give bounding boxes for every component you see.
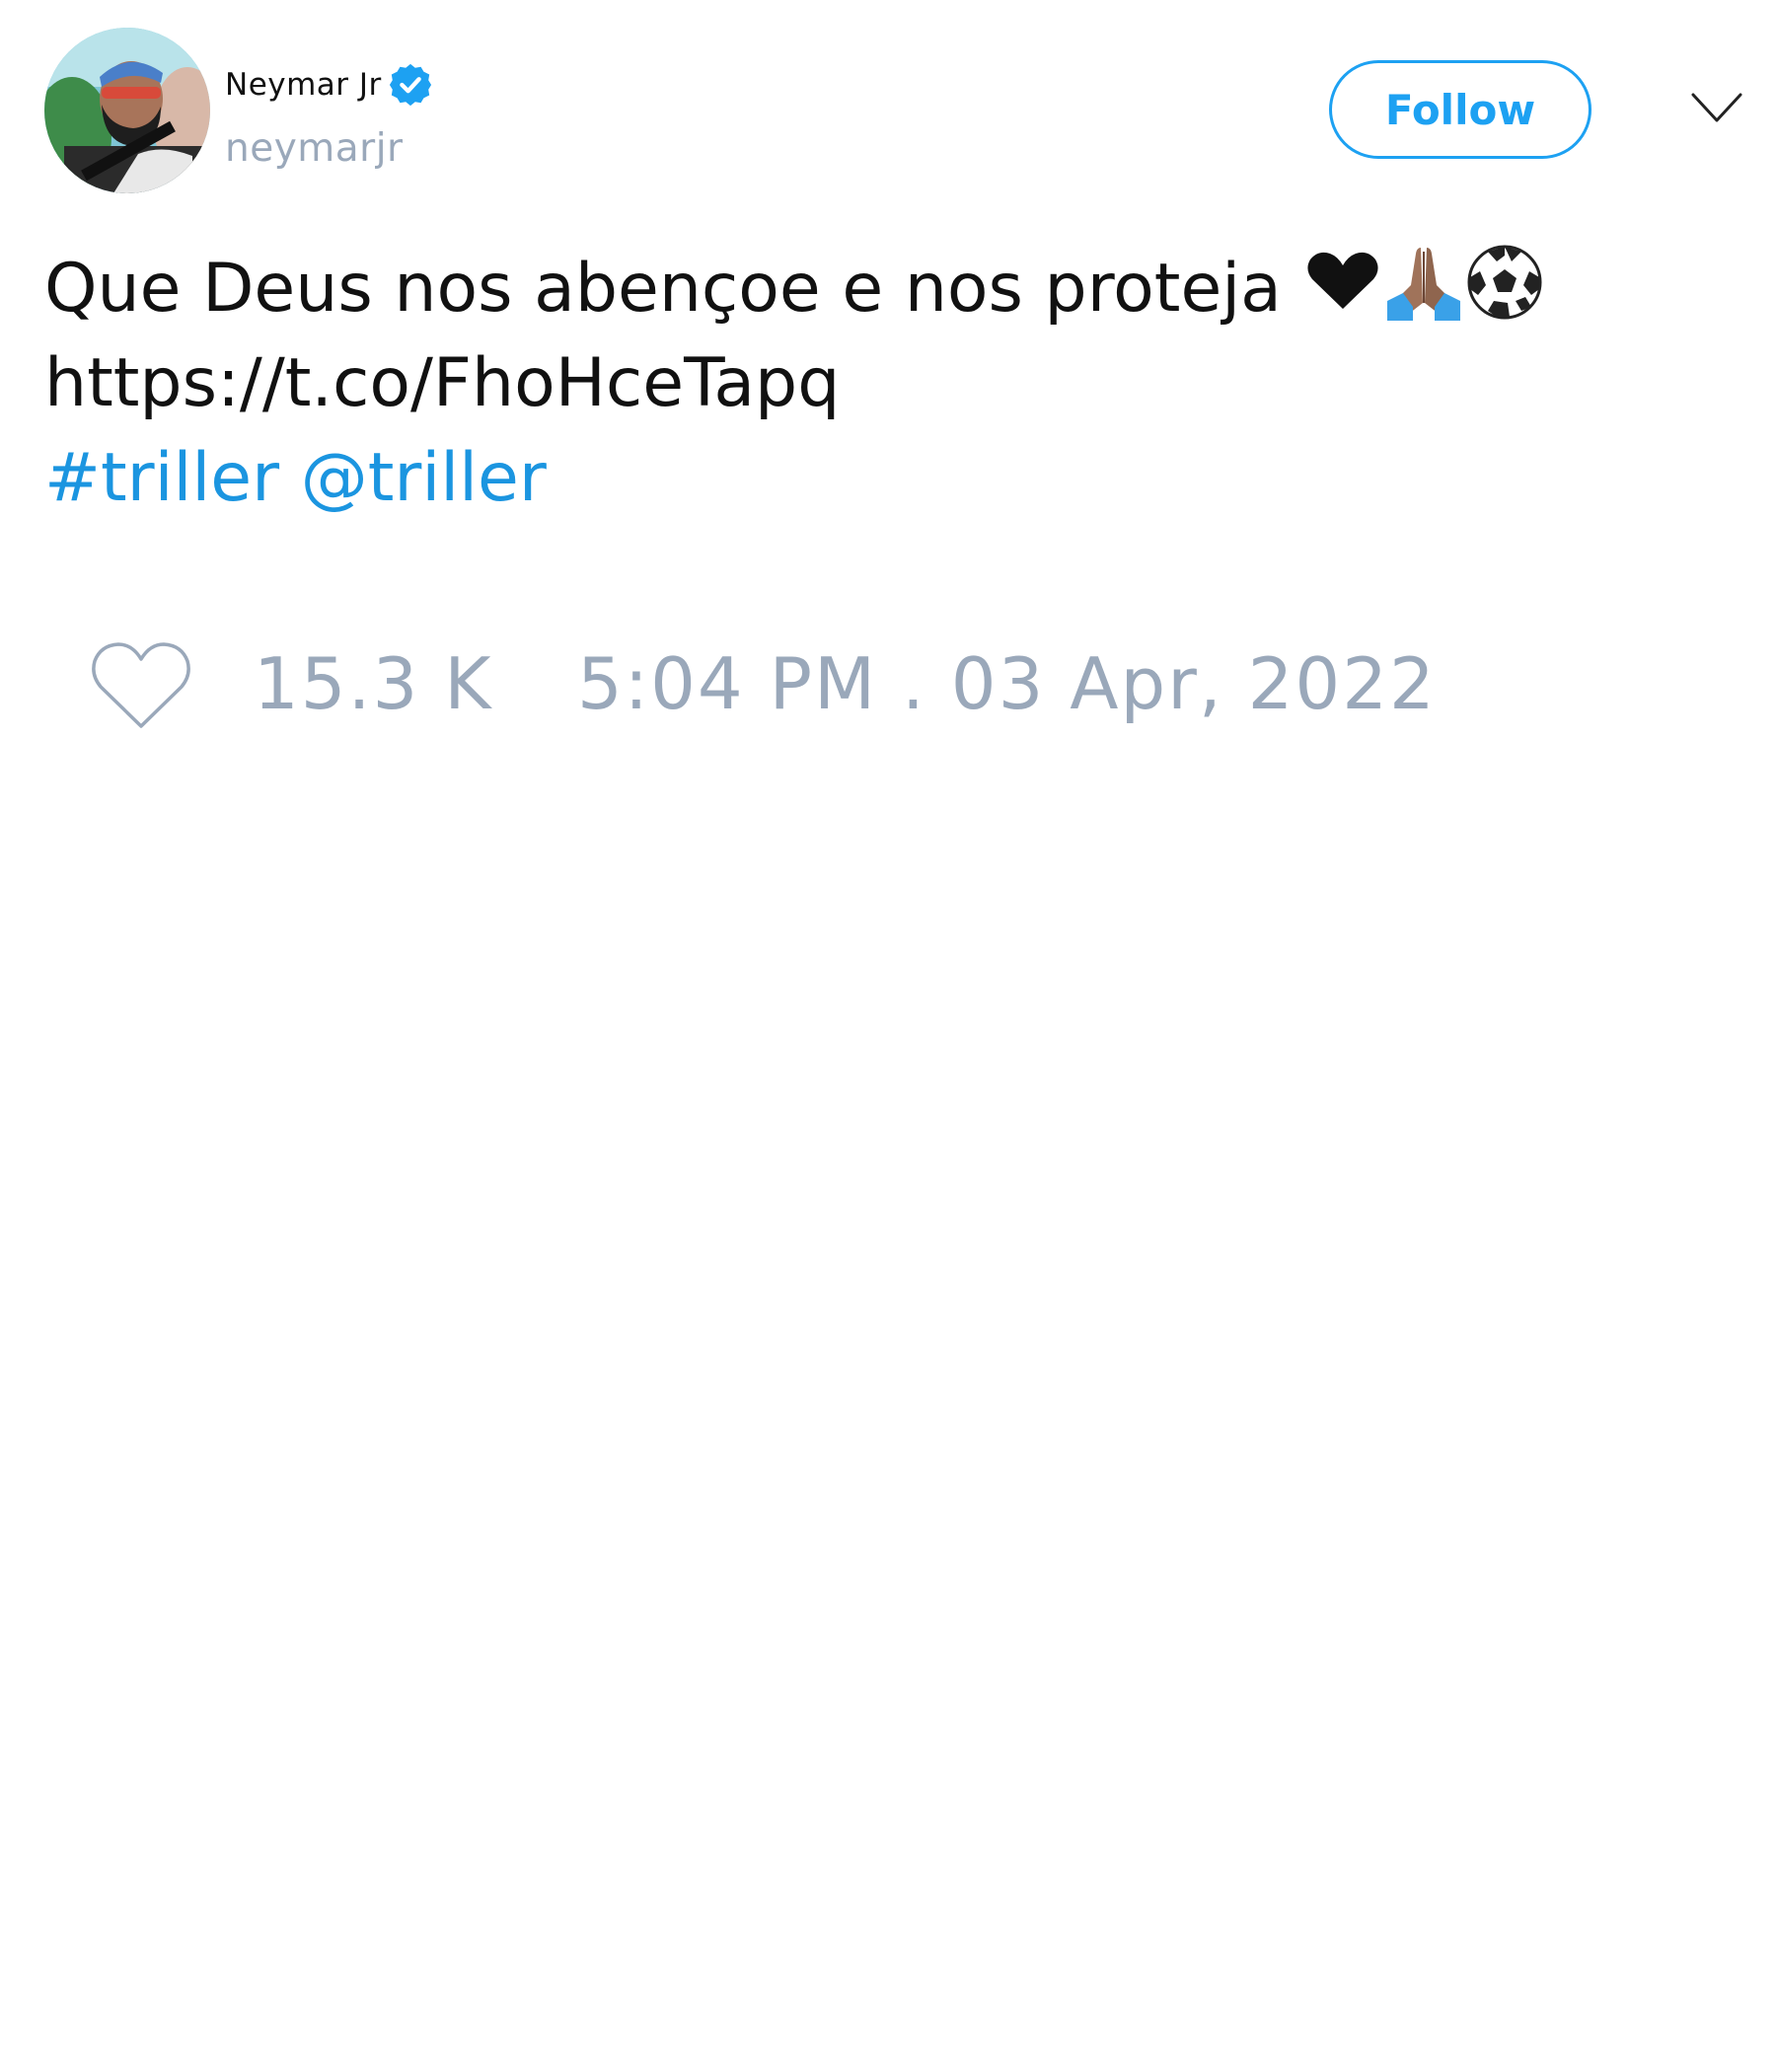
tweet-body-text: Que Deus nos abençoe e nos proteja — [44, 250, 1303, 328]
avatar[interactable] — [44, 28, 210, 193]
display-name[interactable]: Neymar Jr — [225, 67, 382, 103]
hashtag-link[interactable]: #triller — [44, 439, 279, 517]
soccer-ball-emoji-icon — [1464, 242, 1545, 323]
like-count: 15.3 K — [254, 642, 493, 725]
tweet-line-1: Que Deus nos abençoe e nos proteja — [44, 242, 1722, 336]
verified-badge-icon — [388, 62, 433, 108]
tweet-text: Que Deus nos abençoe e nos proteja https… — [44, 242, 1722, 526]
tweet-link[interactable]: https://t.co/FhoHceTapq — [44, 336, 1722, 431]
folded-hands-emoji-icon — [1383, 242, 1464, 323]
timestamp[interactable]: 5:04 PM . 03 Apr, 2022 — [577, 639, 1437, 728]
profile-photo-icon — [44, 28, 210, 193]
follow-button[interactable]: Follow — [1329, 60, 1591, 159]
tweet-line-3: #triller @triller — [44, 431, 1722, 526]
mention-link[interactable]: @triller — [301, 439, 547, 517]
chevron-down-icon[interactable] — [1689, 87, 1744, 130]
handle[interactable]: neymarjr — [225, 126, 404, 171]
tweet-card: Neymar Jr neymarjr Follow Que Deus nos a… — [0, 0, 1776, 2072]
heart-outline-icon[interactable] — [89, 639, 193, 732]
heart-emoji-icon — [1302, 242, 1383, 323]
display-name-row: Neymar Jr — [225, 61, 433, 109]
